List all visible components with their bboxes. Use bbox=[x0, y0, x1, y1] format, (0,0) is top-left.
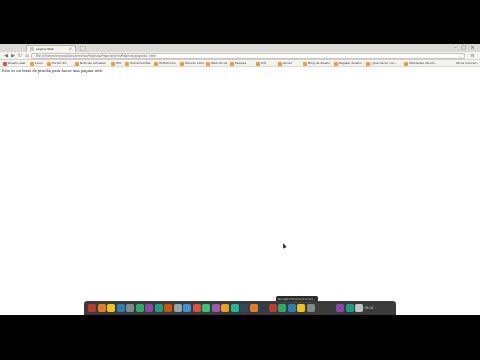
dock-app-icon[interactable] bbox=[221, 304, 229, 312]
folder-icon bbox=[334, 61, 338, 66]
folder-icon bbox=[111, 61, 115, 66]
folder-icon bbox=[230, 61, 234, 66]
dock-clock: 19:01 bbox=[364, 306, 374, 310]
browser-toolbar: ◀ ▶ ↻ ⌂ file:///home/lenovo/Documentos/P… bbox=[0, 52, 480, 60]
dock-app-icon[interactable] bbox=[287, 304, 296, 312]
bookmarks-bar: Diseño web Linux Portal doc Noticias actual… bbox=[0, 60, 480, 67]
folder-icon bbox=[180, 61, 184, 66]
dock-app-icon[interactable] bbox=[278, 304, 286, 312]
dock-app-icon[interactable] bbox=[230, 304, 239, 312]
bookmark-label: Ubuntu Libre bbox=[185, 61, 205, 65]
close-window-icon[interactable]: × bbox=[469, 45, 476, 51]
maximize-icon[interactable]: □ bbox=[460, 45, 467, 51]
bookmark-label: Diseño web bbox=[8, 61, 26, 65]
dock-app-icon[interactable] bbox=[249, 304, 258, 312]
dock-app-icon[interactable] bbox=[107, 304, 115, 312]
folder-icon bbox=[278, 61, 282, 66]
folder-icon bbox=[404, 61, 408, 66]
bookmark-label: Gmail bbox=[283, 61, 292, 65]
dock: 19:01 bbox=[84, 301, 396, 315]
dock-app-icon[interactable] bbox=[240, 304, 248, 312]
folder-icon bbox=[154, 61, 158, 66]
folder-icon bbox=[75, 61, 79, 66]
folder-icon bbox=[125, 61, 129, 66]
dock-app-icon[interactable] bbox=[306, 304, 315, 312]
bookmark-label: W3Schools bbox=[159, 61, 176, 65]
bookmark-label: ¿Qué hacer con... bbox=[371, 61, 398, 65]
reload-icon[interactable]: ↻ bbox=[17, 53, 23, 59]
folder-icon bbox=[303, 61, 307, 66]
address-bar[interactable]: file:///home/lenovo/Documentos/Paginas/P… bbox=[31, 53, 465, 59]
bookmark-label: Pdf bbox=[261, 61, 266, 65]
dock-app-icon[interactable] bbox=[355, 304, 363, 312]
folder-icon bbox=[256, 61, 260, 66]
bookmark-label: Noticias actuales bbox=[80, 61, 106, 65]
bookmark-label: Utilidades Ubunt... bbox=[409, 61, 437, 65]
dock-app-icon[interactable] bbox=[202, 304, 210, 312]
bookmark-label: Web de sis bbox=[211, 61, 228, 65]
dock-app-icon[interactable] bbox=[116, 304, 125, 312]
dock-app-icon[interactable] bbox=[345, 304, 354, 312]
dock-app-icon[interactable] bbox=[164, 304, 172, 312]
forward-icon[interactable]: ▶ bbox=[10, 53, 16, 59]
page-icon bbox=[30, 47, 34, 51]
dock-app-icon[interactable] bbox=[183, 304, 191, 312]
dock-app-icon[interactable] bbox=[145, 304, 153, 312]
folder-icon bbox=[3, 61, 7, 66]
page-body-text: Este es un texto de prueba para hacer un… bbox=[2, 69, 102, 73]
mouse-cursor-icon bbox=[281, 242, 287, 249]
folder-icon bbox=[366, 61, 370, 66]
folder-icon bbox=[30, 61, 34, 66]
bookmark-label: Blog de diseño bbox=[308, 61, 331, 65]
wrench-menu-icon[interactable]: ≡ bbox=[469, 53, 476, 59]
star-icon[interactable]: ☆ bbox=[458, 54, 462, 59]
bookmark-other[interactable]: Otros marcad... bbox=[456, 61, 479, 66]
address-text: file:///home/lenovo/Documentos/Paginas/P… bbox=[36, 54, 157, 58]
bookmark-label: Portal doc bbox=[52, 61, 67, 65]
folder-icon bbox=[47, 61, 51, 66]
dock-app-icon[interactable] bbox=[135, 304, 144, 312]
minimize-icon[interactable]: – bbox=[452, 45, 459, 51]
dock-app-icon[interactable] bbox=[336, 304, 344, 312]
bookmark-label: Pasajes bbox=[235, 61, 247, 65]
bookmark-label: Herramientas bbox=[130, 61, 151, 65]
dock-app-icon[interactable] bbox=[88, 304, 96, 312]
back-icon[interactable]: ◀ bbox=[3, 53, 9, 59]
dock-app-icon[interactable] bbox=[154, 304, 163, 312]
dock-app-icon[interactable] bbox=[268, 304, 277, 312]
tab-pagina-web[interactable]: página Web × bbox=[26, 45, 76, 52]
dock-app-icon[interactable] bbox=[97, 304, 106, 312]
home-icon[interactable]: ⌂ bbox=[24, 53, 30, 59]
dock-app-icon[interactable] bbox=[173, 304, 182, 312]
tab-strip: página Web × – □ × bbox=[0, 44, 480, 52]
dock-app-icon[interactable] bbox=[126, 304, 134, 312]
bookmark-label: W3 bbox=[116, 61, 121, 65]
desktop-screen: página Web × – □ × ◀ ▶ ↻ ⌂ file:///home/… bbox=[0, 44, 480, 315]
bookmark-label: Regalar diseño... bbox=[339, 61, 365, 65]
folder-icon bbox=[206, 61, 210, 66]
bookmark-label: Linux bbox=[35, 61, 44, 65]
new-tab-button[interactable] bbox=[80, 46, 86, 51]
dock-app-icon[interactable] bbox=[297, 304, 305, 312]
dock-app-icon[interactable] bbox=[192, 304, 201, 312]
dock-app-icon[interactable] bbox=[259, 304, 267, 312]
dock-app-icon[interactable] bbox=[211, 304, 220, 312]
